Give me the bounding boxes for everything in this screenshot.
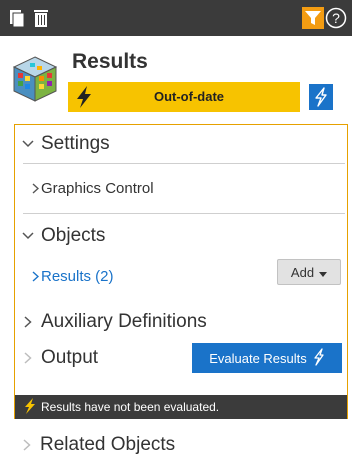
update-button[interactable] bbox=[309, 84, 333, 110]
evaluate-results-button[interactable]: Evaluate Results bbox=[192, 343, 342, 373]
graphics-control-label: Graphics Control bbox=[41, 179, 154, 197]
settings-label: Settings bbox=[41, 133, 110, 154]
chevron-right-icon bbox=[15, 270, 41, 282]
chevron-right-icon bbox=[15, 316, 41, 328]
graphics-control-item[interactable]: Graphics Control bbox=[15, 175, 347, 201]
lightning-icon bbox=[23, 397, 37, 417]
chevron-down-icon bbox=[15, 140, 41, 148]
results-cube-icon bbox=[10, 54, 60, 104]
trash-icon[interactable] bbox=[30, 0, 52, 36]
add-button[interactable]: Add bbox=[277, 259, 341, 285]
output-label: Output bbox=[41, 347, 99, 368]
svg-text:?: ? bbox=[332, 10, 340, 26]
evaluate-results-label: Evaluate Results bbox=[209, 350, 307, 366]
status-message-bar: Results have not been evaluated. bbox=[15, 395, 347, 419]
copy-icon[interactable] bbox=[8, 0, 26, 36]
filter-icon[interactable] bbox=[302, 0, 324, 36]
top-toolbar: ? bbox=[0, 0, 352, 36]
related-objects-header[interactable]: Related Objects bbox=[14, 428, 348, 462]
caret-down-icon bbox=[319, 265, 328, 280]
divider bbox=[23, 163, 345, 164]
results-link-label: Results (2) bbox=[41, 267, 114, 285]
settings-section-header[interactable]: Settings bbox=[15, 127, 347, 161]
add-button-label: Add bbox=[290, 264, 315, 280]
related-objects-label: Related Objects bbox=[40, 434, 176, 455]
objects-section-header[interactable]: Objects bbox=[15, 219, 347, 253]
lightning-icon bbox=[313, 347, 325, 369]
status-badge: Out-of-date bbox=[68, 82, 300, 112]
help-icon[interactable]: ? bbox=[324, 0, 348, 36]
auxiliary-definitions-header[interactable]: Auxiliary Definitions bbox=[15, 305, 347, 339]
chevron-down-icon bbox=[15, 232, 41, 240]
chevron-right-icon bbox=[14, 439, 40, 451]
properties-panel: Settings Graphics Control Objects Result… bbox=[14, 124, 348, 419]
status-text: Out-of-date bbox=[153, 89, 225, 104]
lightning-icon bbox=[74, 85, 94, 109]
chevron-right-icon bbox=[15, 182, 41, 194]
page-title: Results bbox=[72, 50, 148, 73]
auxiliary-definitions-label: Auxiliary Definitions bbox=[41, 311, 207, 332]
objects-label: Objects bbox=[41, 225, 106, 246]
results-header: Results Out-of-date bbox=[0, 36, 352, 116]
status-message: Results have not been evaluated. bbox=[41, 400, 220, 414]
divider bbox=[23, 213, 345, 214]
chevron-right-icon bbox=[15, 352, 41, 364]
